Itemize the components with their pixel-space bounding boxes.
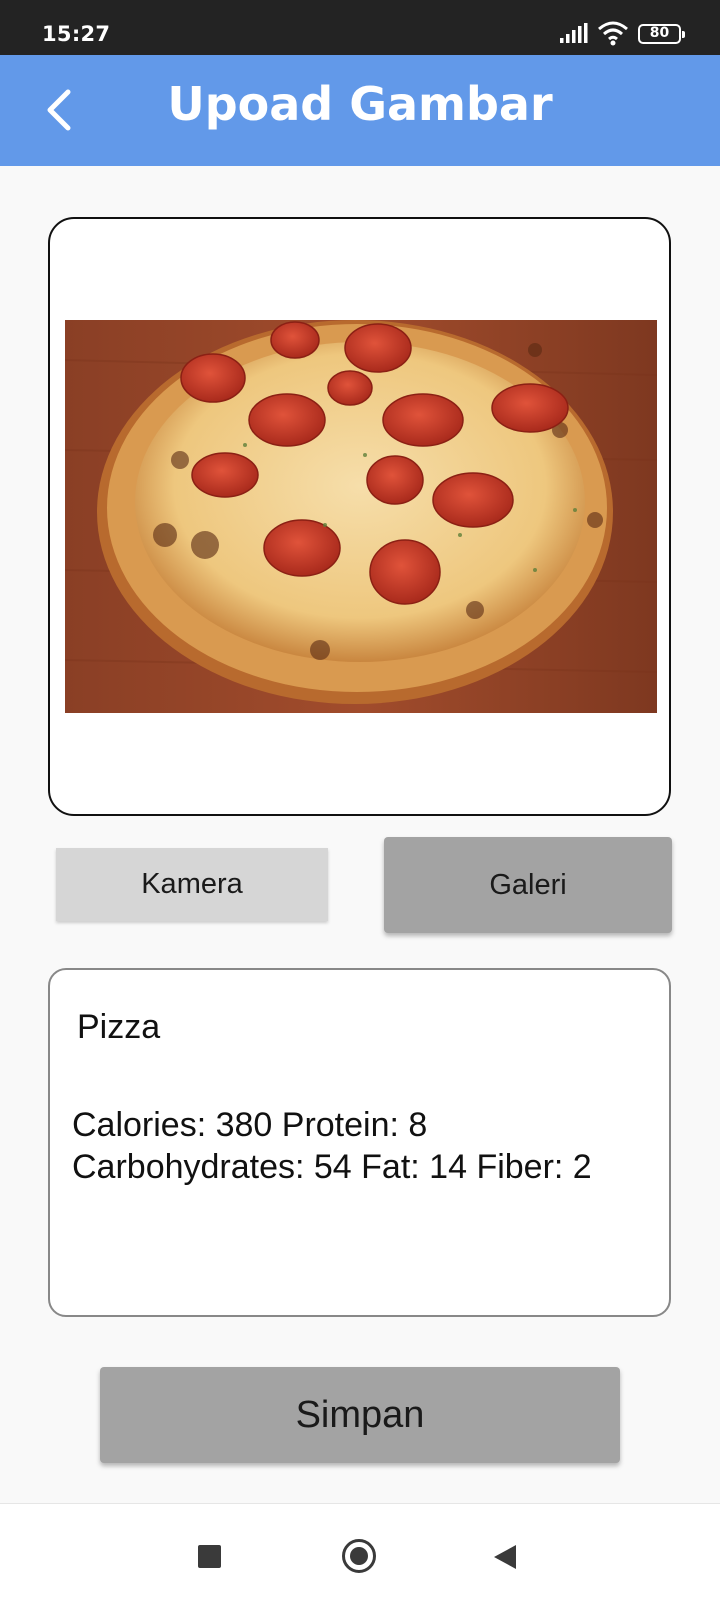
page-title: Upoad Gambar (167, 77, 553, 131)
signal-icon (560, 23, 588, 43)
home-icon[interactable] (342, 1539, 376, 1573)
pizza-image (65, 320, 657, 713)
back-icon[interactable] (494, 1545, 516, 1569)
wifi-icon (598, 21, 628, 46)
result-box: Pizza Calories: 380 Protein: 8 Carbohydr… (48, 968, 671, 1317)
status-bar: 15:27 80 (0, 0, 720, 55)
nutrition-line: Carbohydrates: 54 Fat: 14 Fiber: 2 (72, 1148, 592, 1186)
nutrition-line: Calories: 380 Protein: 8 (72, 1106, 428, 1144)
save-button[interactable]: Simpan (100, 1367, 620, 1463)
status-time: 15:27 (42, 22, 111, 46)
camera-button[interactable]: Kamera (56, 848, 328, 921)
app-bar: Upoad Gambar (0, 55, 720, 166)
recents-icon[interactable] (198, 1545, 221, 1568)
food-name: Pizza (77, 1008, 161, 1046)
nutrition-info: Calories: 380 Protein: 8 Carbohydrates: … (72, 1104, 662, 1188)
battery-level: 80 (649, 25, 670, 41)
gallery-button[interactable]: Galeri (384, 837, 672, 933)
navigation-bar (0, 1503, 720, 1600)
battery-icon: 80 (638, 24, 685, 44)
image-preview-frame (48, 217, 671, 816)
